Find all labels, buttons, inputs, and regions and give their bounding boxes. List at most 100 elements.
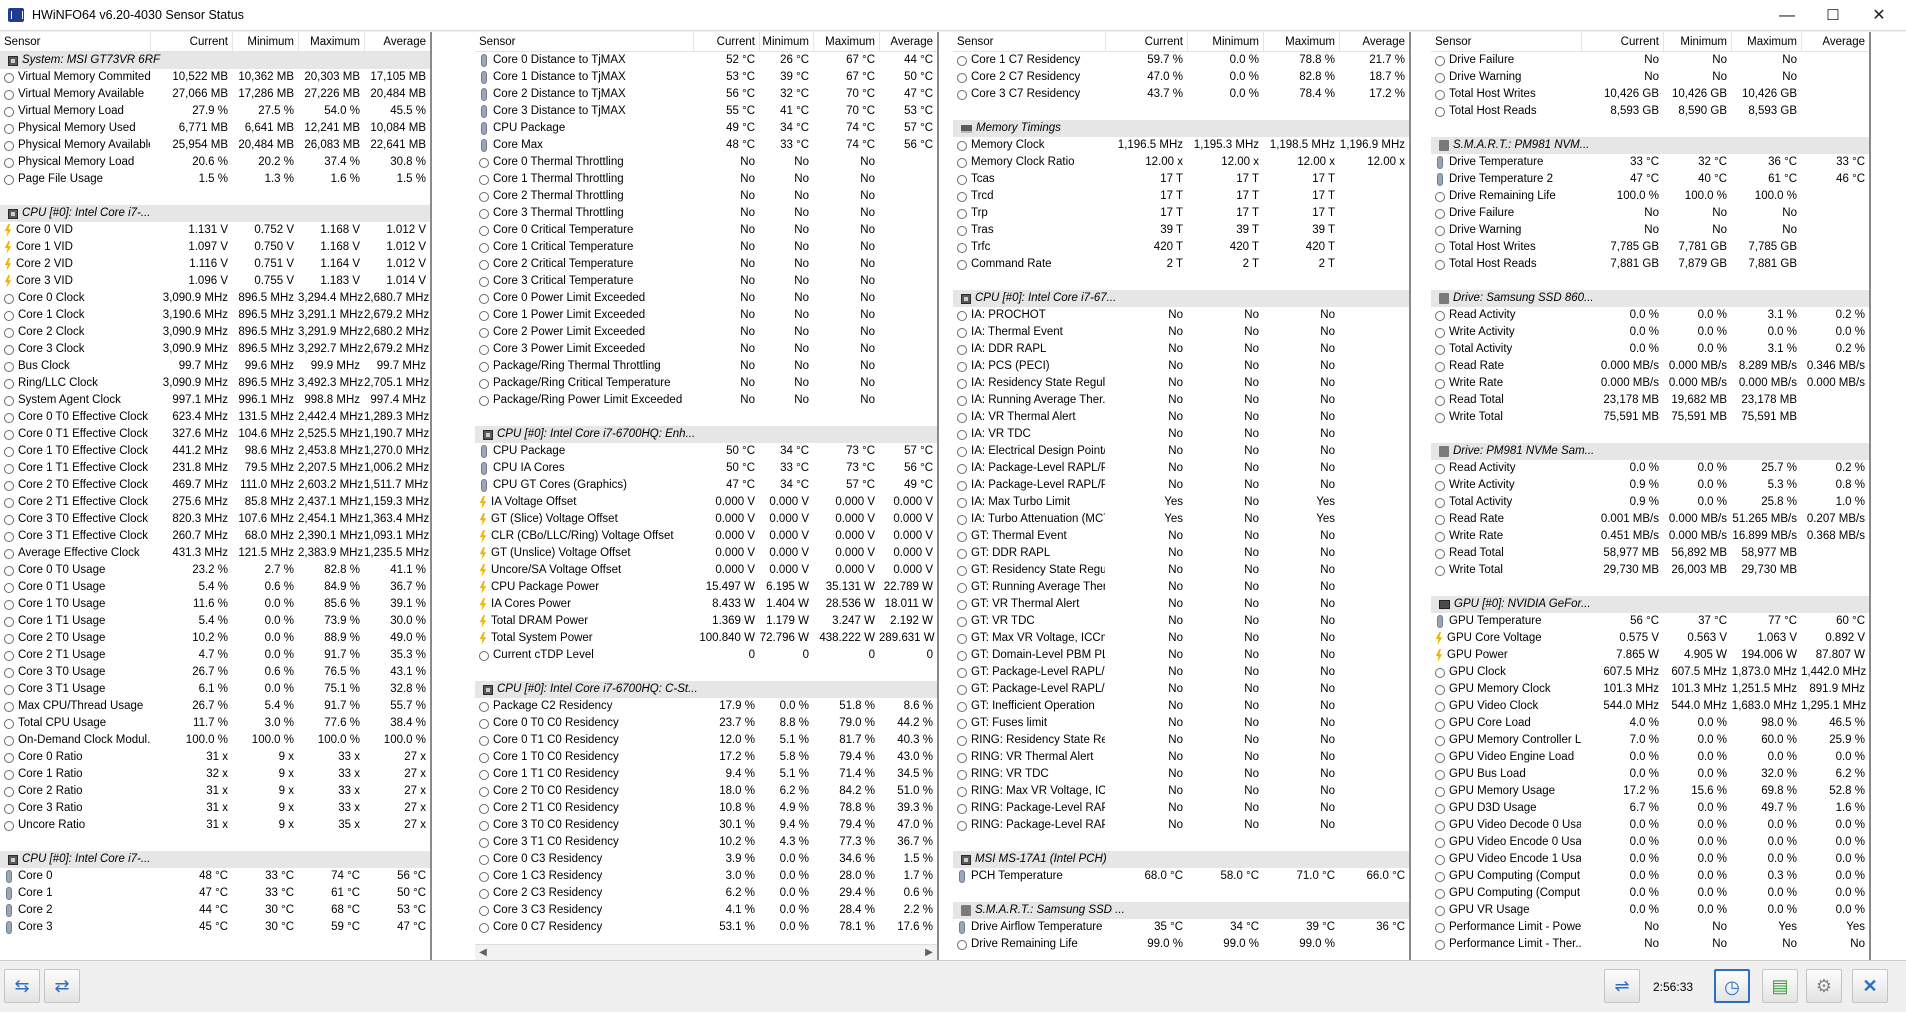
sensor-row[interactable]: Core 1 Clock 3,190.6 MHz 896.5 MHz 3,291.1 … [0, 307, 430, 324]
column-header-row[interactable]: Sensor Current Minimum Maximum Average [953, 32, 1409, 52]
sensor-group-header[interactable]: S.M.A.R.T.: PM981 NVM... [1431, 137, 1869, 154]
column-header-minimum[interactable]: Minimum [232, 32, 298, 51]
sensor-row[interactable]: Core 2 Ratio 31 x9 x 33 x 27 x [0, 783, 430, 800]
sensor-row[interactable]: RING: Package-Level RAPL...NoNoNo [953, 817, 1409, 834]
horizontal-scrollbar[interactable]: ◀ ▶ [475, 944, 937, 960]
sensor-row[interactable]: Core 2 T0 C0 Residency 18.0 % 6.2 % 84.2 % 5… [475, 783, 937, 800]
sensor-row[interactable]: Core 1 T1 Usage 5.4 % 0.0 % 73.9 % 30.0 % [0, 613, 430, 630]
sensor-row[interactable]: Trp 17 T 17 T 17 T [953, 205, 1409, 222]
sensor-row[interactable]: Core 1 Critical Temperature No No No [475, 239, 937, 256]
sensor-row[interactable]: GPU Computing (Comput... 0.0 % 0.0 % 0.0 % 0… [1431, 885, 1869, 902]
clock-reset-icon[interactable]: ◷ [1714, 969, 1750, 1003]
sensor-row[interactable]: Read Total 58,977 MB 56,892 MB 58,977 MB [1431, 545, 1869, 562]
sensor-row[interactable]: Read Activity 0.0 % 0.0 % 25.7 % 0.2 % [1431, 460, 1869, 477]
sensor-row[interactable]: Core Max 48 °C 33 °C 74 °C 56 °C [475, 137, 937, 154]
sensor-row[interactable]: GT: Thermal Event No No No [953, 528, 1409, 545]
column-header-maximum[interactable]: Maximum [1731, 32, 1801, 51]
sensor-row[interactable]: IA Cores Power 8.433 W 1.404 W 28.536 W 18.0… [475, 596, 937, 613]
sensor-row[interactable]: GPU Clock 607.5 MHz 607.5 MHz 1,873.0 MHz 1,… [1431, 664, 1869, 681]
sensor-row[interactable]: Write Rate 0.000 MB/s 0.000 MB/s 0.000 MB/s… [1431, 375, 1869, 392]
sensor-panel-1[interactable]: Sensor Current Minimum Maximum Average System… [0, 32, 432, 960]
sensor-group-header[interactable]: Drive: Samsung SSD 860... [1431, 290, 1869, 307]
sensor-group-header[interactable]: Drive: PM981 NVMe Sam... [1431, 443, 1869, 460]
column-header-current[interactable]: Current [1581, 32, 1663, 51]
sensor-row[interactable]: Write Activity 0.0 % 0.0 % 0.0 % 0.0 % [1431, 324, 1869, 341]
sensor-row[interactable]: Core 0 Power Limit Exceeded No No No [475, 290, 937, 307]
column-header-sensor[interactable]: Sensor [1431, 32, 1581, 51]
sensor-row[interactable]: GPU Bus Load 0.0 % 0.0 % 32.0 % 6.2 % [1431, 766, 1869, 783]
sensor-group-header[interactable]: CPU [#0]: Intel Core i7-6700HQ: Enh... [475, 426, 937, 443]
sensor-row[interactable]: Drive Failure No No No [1431, 52, 1869, 69]
settings-gear-icon[interactable]: ⚙ [1806, 969, 1842, 1003]
sensor-row[interactable]: Core 1 T0 Usage 11.6 % 0.0 % 85.6 % 39.1 % [0, 596, 430, 613]
sensor-row[interactable]: IA: PCS (PECI) No No No [953, 358, 1409, 375]
sensor-row[interactable]: GPU Temperature 56 °C 37 °C 77 °C 60 °C [1431, 613, 1869, 630]
sensor-row[interactable]: IA: VR Thermal Alert No No No [953, 409, 1409, 426]
sensor-row[interactable]: Average Effective Clock 431.3 MHz 121.5 MH… [0, 545, 430, 562]
sensor-group-header[interactable]: CPU [#0]: Intel Core i7-... [0, 205, 430, 222]
sensor-row[interactable]: GPU Video Encode 0 Usage 0.0 % 0.0 % 0.0 % 0… [1431, 834, 1869, 851]
sensor-row[interactable]: GPU Memory Controller L... 7.0 % 0.0 % 60.0… [1431, 732, 1869, 749]
sensor-row[interactable]: Core 1 Ratio 32 x9 x 33 x 27 x [0, 766, 430, 783]
logging-icon[interactable]: ▤ [1762, 969, 1798, 1003]
sensor-row[interactable]: Core 0 Ratio 31 x9 x 33 x 27 x [0, 749, 430, 766]
sensor-row[interactable]: GPU Video Engine Load 0.0 % 0.0 % 0.0 % 0.0 … [1431, 749, 1869, 766]
sensor-row[interactable]: GPU VR Usage 0.0 % 0.0 % 0.0 % 0.0 % [1431, 902, 1869, 919]
sensor-row[interactable]: Core 1 Distance to TjMAX 53 °C 39 °C 67 °C 5… [475, 69, 937, 86]
sensor-row[interactable]: Total DRAM Power 1.369 W 1.179 W 3.247 W 2.1… [475, 613, 937, 630]
sensor-row[interactable]: Core 0 T1 Usage 5.4 % 0.6 % 84.9 % 36.7 % [0, 579, 430, 596]
column-header-average[interactable]: Average [1801, 32, 1869, 51]
sensor-row[interactable]: Core 0 T0 Usage 23.2 % 2.7 % 82.8 % 41.1 % [0, 562, 430, 579]
sensor-row[interactable]: Core 0 Thermal Throttling No No No [475, 154, 937, 171]
sensor-group-header[interactable]: MSI MS-17A1 (Intel PCH) [953, 851, 1409, 868]
column-header-minimum[interactable]: Minimum [759, 32, 813, 51]
scroll-right-arrow-icon[interactable]: ▶ [921, 945, 937, 960]
sensor-row[interactable]: Core 1 T0 Effective Clock 441.2 MHz 98.6 M… [0, 443, 430, 460]
sensor-row[interactable]: GT: Inefficient Operation No No No [953, 698, 1409, 715]
sensor-row[interactable]: CLR (CBo/LLC/Ring) Voltage Offset 0.000 V… [475, 528, 937, 545]
sensor-row[interactable]: Core 2 C3 Residency 6.2 % 0.0 % 29.4 % 0.6 % [475, 885, 937, 902]
sensor-row[interactable]: CPU Package 50 °C 34 °C 73 °C 57 °C [475, 443, 937, 460]
minimize-button[interactable]: — [1764, 0, 1810, 31]
sensor-row[interactable]: Write Total 29,730 MB 26,003 MB 29,730 MB [1431, 562, 1869, 579]
sensor-row[interactable]: CPU Package 49 °C 34 °C 74 °C 57 °C [475, 120, 937, 137]
sensor-row[interactable]: Virtual Memory Available 27,066 MB 17,286 … [0, 86, 430, 103]
sensor-group-header[interactable]: S.M.A.R.T.: Samsung SSD ... [953, 902, 1409, 919]
column-header-maximum[interactable]: Maximum [298, 32, 364, 51]
sensor-group-header[interactable]: GPU [#0]: NVIDIA GeFor... [1431, 596, 1869, 613]
sensor-row[interactable]: RING: Max VR Voltage, IC... No No No [953, 783, 1409, 800]
sensor-row[interactable]: IA: Electrical Design Point/... No No No [953, 443, 1409, 460]
column-header-row[interactable]: Sensor Current Minimum Maximum Average [475, 32, 937, 52]
column-header-sensor[interactable]: Sensor [953, 32, 1105, 51]
sensor-row[interactable]: Read Rate 0.000 MB/s 0.000 MB/s 8.289 MB/s 0… [1431, 358, 1869, 375]
sensor-group-header[interactable]: CPU [#0]: Intel Core i7-... [0, 851, 430, 868]
sensor-row[interactable]: Tras 39 T 39 T 39 T [953, 222, 1409, 239]
exit-icon[interactable]: ✕ [1852, 969, 1888, 1003]
sensor-row[interactable]: Drive Failure No No No [1431, 205, 1869, 222]
sensor-row[interactable]: GPU Video Decode 0 Usage 0.0 % 0.0 % 0.0 % 0… [1431, 817, 1869, 834]
sensor-row[interactable]: Core 2 T0 Usage 10.2 % 0.0 % 88.9 % 49.0 % [0, 630, 430, 647]
sensor-row[interactable]: Core 3 Distance to TjMAX 55 °C 41 °C 70 °C 5… [475, 103, 937, 120]
sensor-row[interactable]: Core 2 T1 Usage 4.7 % 0.0 % 91.7 % 35.3 % [0, 647, 430, 664]
sensor-row[interactable]: IA: Running Average Ther... No No No [953, 392, 1409, 409]
sensor-row[interactable]: Read Total 23,178 MB 19,682 MB 23,178 MB [1431, 392, 1869, 409]
sensor-row[interactable]: Drive Warning No No No [1431, 222, 1869, 239]
sensor-row[interactable]: GT: Fuses limit No No No [953, 715, 1409, 732]
sensor-row[interactable]: RING: VR TDC No No No [953, 766, 1409, 783]
sensor-row[interactable]: Physical Memory Load 20.6 % 20.2 % 37.4 % 30… [0, 154, 430, 171]
sensor-row[interactable]: GPU Memory Usage 17.2 % 15.6 % 69.8 % 52.8 % [1431, 783, 1869, 800]
sensor-row[interactable]: Read Activity 0.0 % 0.0 % 3.1 % 0.2 % [1431, 307, 1869, 324]
sensor-row[interactable]: Core 3 45 °C 30 °C 59 °C 47 °C [0, 919, 430, 936]
sensor-row[interactable]: GPU Video Encode 1 Usage 0.0 % 0.0 % 0.0 % 0… [1431, 851, 1869, 868]
sensor-row[interactable]: GPU Core Load 4.0 % 0.0 % 98.0 % 46.5 % [1431, 715, 1869, 732]
sensor-row[interactable]: Total CPU Usage 11.7 % 3.0 % 77.6 % 38.4 % [0, 715, 430, 732]
sensor-row[interactable]: GT: VR Thermal Alert No No No [953, 596, 1409, 613]
sensor-row[interactable]: Core 2 Critical Temperature No No No [475, 256, 937, 273]
sensor-row[interactable]: Core 3 T0 Usage 26.7 % 0.6 % 76.5 % 43.1 % [0, 664, 430, 681]
sensor-row[interactable]: Core 0 Clock 3,090.9 MHz 896.5 MHz 3,294.4 … [0, 290, 430, 307]
maximize-button[interactable]: ☐ [1810, 0, 1856, 31]
column-header-current[interactable]: Current [1105, 32, 1187, 51]
sensor-row[interactable]: RING: VR Thermal Alert No No No [953, 749, 1409, 766]
sensor-row[interactable]: Core 2 Clock 3,090.9 MHz 896.5 MHz 3,291.9 … [0, 324, 430, 341]
sensor-row[interactable]: GPU Memory Clock 101.3 MHz 101.3 MHz 1,251.… [1431, 681, 1869, 698]
